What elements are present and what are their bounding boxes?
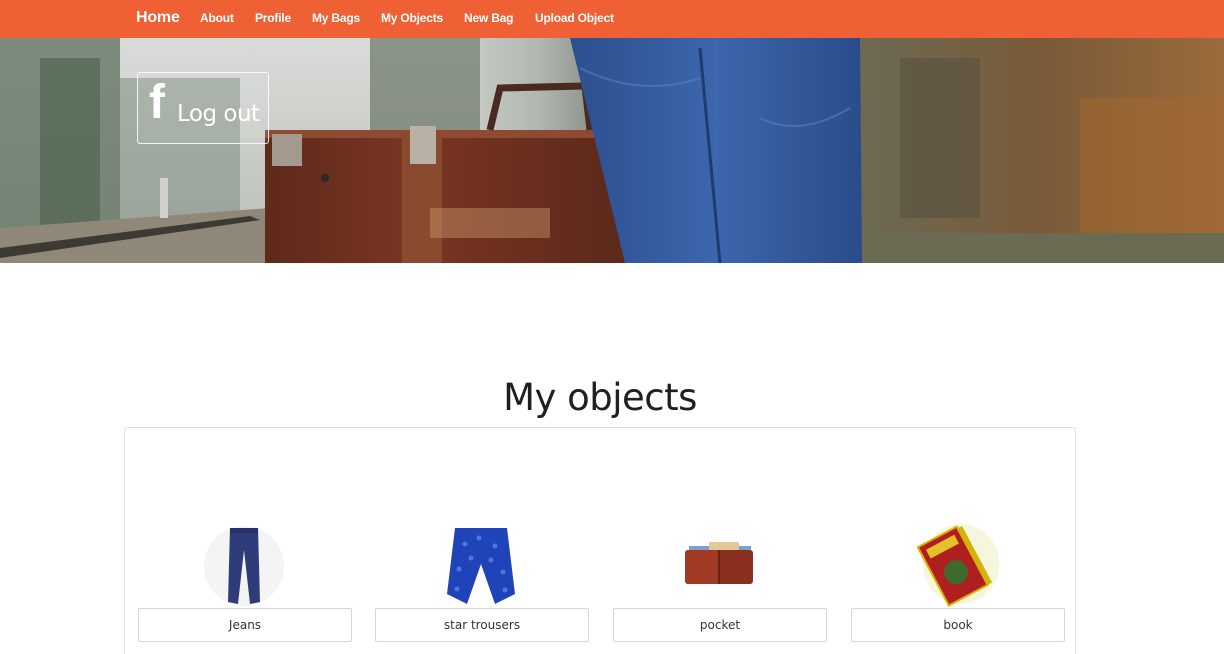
facebook-logout-button[interactable]: f Log out <box>137 72 269 144</box>
nav-profile-link[interactable]: Profile <box>255 11 291 25</box>
object-label-pocket[interactable]: pocket <box>613 608 827 642</box>
facebook-icon: f <box>149 76 165 129</box>
nav-new-bag-link[interactable]: New Bag <box>464 11 513 25</box>
page-title: My objects <box>503 376 697 419</box>
book-image <box>851 524 1065 608</box>
nav-my-objects-link[interactable]: My Objects <box>381 11 443 25</box>
wallet-image <box>613 524 827 608</box>
object-label-jeans[interactable]: Jeans <box>138 608 352 642</box>
hero-banner: f Log out <box>0 38 1224 263</box>
star-trousers-image <box>375 524 589 608</box>
jeans-image <box>138 524 352 608</box>
object-card[interactable]: pocket <box>613 524 827 642</box>
object-label-book[interactable]: book <box>851 608 1065 642</box>
object-card[interactable]: star trousers <box>375 524 589 642</box>
object-label-star-trousers[interactable]: star trousers <box>375 608 589 642</box>
nav-home-link[interactable]: Home <box>136 9 180 27</box>
object-card[interactable]: book <box>851 524 1065 642</box>
object-card[interactable]: Jeans <box>138 524 352 642</box>
nav-about-link[interactable]: About <box>200 11 234 25</box>
nav-my-bags-link[interactable]: My Bags <box>312 11 360 25</box>
objects-panel: Jeans star trousers pocket book <box>124 427 1076 654</box>
logout-label: Log out <box>177 101 260 127</box>
nav-upload-object-link[interactable]: Upload Object <box>535 11 614 25</box>
top-navbar: Home About Profile My Bags My Objects Ne… <box>0 0 1224 38</box>
